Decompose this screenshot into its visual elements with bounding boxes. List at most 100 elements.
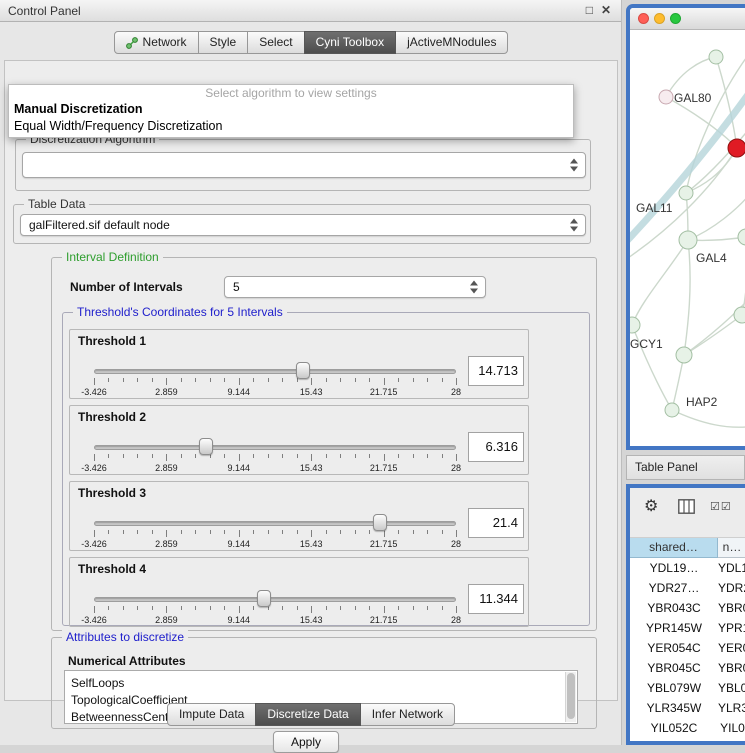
zoom-traffic-light-icon[interactable] bbox=[670, 13, 681, 24]
tab-discretize-data[interactable]: Discretize Data bbox=[255, 703, 360, 726]
slider-track bbox=[94, 369, 456, 374]
threshold-value-field[interactable]: 14.713 bbox=[468, 356, 524, 386]
slider-track bbox=[94, 597, 456, 602]
slider-minor-tick bbox=[268, 530, 269, 534]
slider-minor-tick bbox=[181, 454, 182, 458]
table-row[interactable]: YBL079WYBL0 bbox=[630, 678, 745, 698]
number-of-intervals-combobox[interactable]: 5 bbox=[224, 276, 486, 298]
network-node-label: HAP2 bbox=[686, 395, 718, 409]
table-cell: YIL052C bbox=[630, 718, 718, 738]
gear-icon[interactable]: ⚙ bbox=[644, 496, 658, 516]
bottom-tab-bar: Impute Data Discretize Data Infer Networ… bbox=[0, 703, 622, 726]
threshold-value-field[interactable]: 21.4 bbox=[468, 508, 524, 538]
slider-thumb[interactable] bbox=[373, 514, 387, 531]
slider-minor-tick bbox=[268, 378, 269, 382]
column-header[interactable]: n… bbox=[718, 538, 745, 558]
threshold-2-slider[interactable]: -3.4262.8599.14415.4321.71528 bbox=[94, 438, 456, 474]
network-edge[interactable] bbox=[632, 240, 688, 325]
network-node[interactable] bbox=[679, 186, 693, 200]
slider-minor-tick bbox=[398, 378, 399, 382]
minimize-traffic-light-icon[interactable] bbox=[654, 13, 665, 24]
slider-major-tick bbox=[456, 454, 457, 461]
network-edge[interactable] bbox=[684, 292, 745, 355]
slider-minor-tick bbox=[442, 530, 443, 534]
table-row[interactable]: YBR043CYBR0 bbox=[630, 598, 745, 618]
table-row[interactable]: YER054CYER0 bbox=[630, 638, 745, 658]
threshold-2-box: Threshold 2 -3.4262.8599.14415.4321.71528… bbox=[69, 405, 529, 475]
network-canvas[interactable]: GAL80GAL11GAL4GCY1HAP2 bbox=[630, 30, 745, 446]
tick-label: 9.144 bbox=[219, 463, 259, 473]
close-traffic-light-icon[interactable] bbox=[638, 13, 649, 24]
network-edge[interactable] bbox=[686, 46, 745, 193]
float-window-icon[interactable]: □ bbox=[586, 3, 593, 17]
dropdown-option-manual-discretization[interactable]: Manual Discretization bbox=[9, 101, 573, 118]
column-header[interactable]: shared… bbox=[630, 538, 718, 558]
tab-jactivemnodules[interactable]: jActiveMNodules bbox=[395, 31, 508, 54]
network-node[interactable] bbox=[659, 90, 673, 104]
network-node[interactable] bbox=[709, 50, 723, 64]
threshold-value-field[interactable]: 6.316 bbox=[468, 432, 524, 462]
threshold-label: Threshold 3 bbox=[78, 486, 146, 500]
table-row[interactable]: YDR27…YDR2 bbox=[630, 578, 745, 598]
tick-label: 9.144 bbox=[219, 615, 259, 625]
tab-cyni-toolbox[interactable]: Cyni Toolbox bbox=[304, 31, 396, 54]
close-icon[interactable]: ✕ bbox=[601, 3, 611, 17]
tick-label: 15.43 bbox=[291, 387, 331, 397]
threshold-3-slider[interactable]: -3.4262.8599.14415.4321.71528 bbox=[94, 514, 456, 550]
network-node[interactable] bbox=[676, 347, 692, 363]
network-node[interactable] bbox=[738, 229, 745, 245]
table-row[interactable]: YPR145WYPR1 bbox=[630, 618, 745, 638]
threshold-label: Threshold 2 bbox=[78, 410, 146, 424]
threshold-value-field[interactable]: 11.344 bbox=[468, 584, 524, 614]
network-node[interactable] bbox=[665, 403, 679, 417]
slider-minor-tick bbox=[355, 454, 356, 458]
tick-label: 28 bbox=[436, 387, 476, 397]
select-columns-icon[interactable]: ☑☑ bbox=[710, 500, 732, 513]
tab-select[interactable]: Select bbox=[247, 31, 304, 54]
tab-label: Discretize Data bbox=[267, 704, 348, 725]
slider-minor-tick bbox=[442, 606, 443, 610]
slider-minor-tick bbox=[355, 378, 356, 382]
slider-minor-tick bbox=[427, 378, 428, 382]
threshold-1-slider[interactable]: -3.4262.8599.14415.4321.71528 bbox=[94, 362, 456, 398]
tab-impute-data[interactable]: Impute Data bbox=[167, 703, 256, 726]
combo-stepper-icon bbox=[570, 219, 579, 232]
slider-minor-tick bbox=[137, 530, 138, 534]
list-item[interactable]: SelfLoops bbox=[71, 675, 563, 692]
network-node[interactable] bbox=[728, 139, 745, 157]
table-row[interactable]: YBR045CYBR0 bbox=[630, 658, 745, 678]
network-node[interactable] bbox=[630, 317, 640, 333]
slider-minor-tick bbox=[282, 606, 283, 610]
slider-minor-tick bbox=[108, 378, 109, 382]
top-tab-bar: Network Style Select Cyni Toolbox jActiv… bbox=[0, 31, 622, 54]
table-cell: YIL0 bbox=[718, 718, 745, 738]
network-node[interactable] bbox=[734, 307, 745, 323]
tab-infer-network[interactable]: Infer Network bbox=[360, 703, 455, 726]
tab-style[interactable]: Style bbox=[198, 31, 249, 54]
network-edge[interactable] bbox=[688, 188, 745, 240]
tab-label: Style bbox=[210, 32, 237, 53]
tick-label: 2.859 bbox=[146, 615, 186, 625]
slider-thumb[interactable] bbox=[257, 590, 271, 607]
slider-minor-tick bbox=[268, 454, 269, 458]
slider-minor-tick bbox=[195, 606, 196, 610]
network-edge[interactable] bbox=[684, 240, 690, 355]
table-data-combobox[interactable]: galFiltered.sif default node bbox=[20, 214, 586, 236]
threshold-4-slider[interactable]: -3.4262.8599.14415.4321.71528 bbox=[94, 590, 456, 626]
table-cell: YBL079W bbox=[630, 678, 718, 698]
table-row[interactable]: YIL052CYIL0 bbox=[630, 718, 745, 738]
slider-thumb[interactable] bbox=[199, 438, 213, 455]
slider-major-tick bbox=[456, 606, 457, 613]
network-node[interactable] bbox=[679, 231, 697, 249]
slider-thumb[interactable] bbox=[296, 362, 310, 379]
combo-value: galFiltered.sif default node bbox=[29, 215, 170, 235]
network-edge[interactable] bbox=[672, 410, 745, 427]
table-cell: YDR2 bbox=[718, 578, 745, 598]
algorithm-combobox[interactable] bbox=[22, 152, 586, 178]
tab-network[interactable]: Network bbox=[114, 31, 199, 54]
apply-button[interactable]: Apply bbox=[273, 731, 339, 753]
table-row[interactable]: YDL19…YDL1 bbox=[630, 558, 745, 578]
dropdown-option-equal-width-frequency[interactable]: Equal Width/Frequency Discretization bbox=[9, 118, 573, 135]
columns-icon[interactable] bbox=[678, 499, 695, 514]
table-row[interactable]: YLR345WYLR3 bbox=[630, 698, 745, 718]
